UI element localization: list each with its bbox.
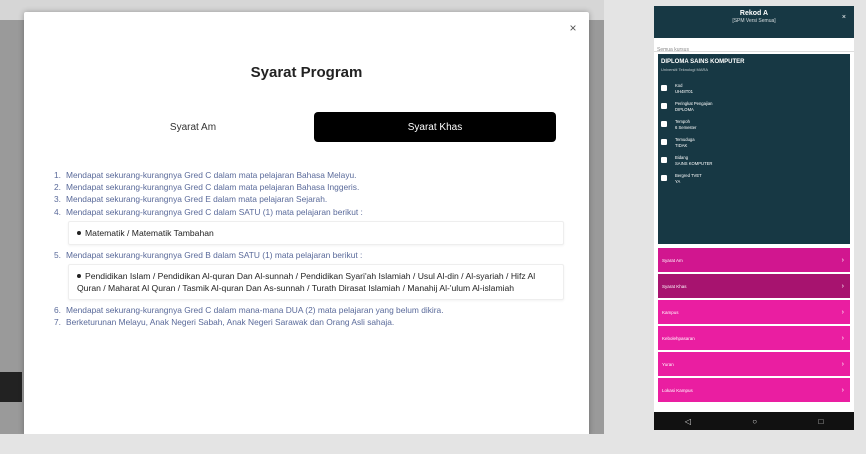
menu-yuran[interactable]: Yuran › bbox=[658, 352, 850, 376]
tab-bar: Syarat Am Syarat Khas bbox=[72, 112, 556, 142]
requirements-list: 1. Mendapat sekurang-kurangnya Gred C da… bbox=[54, 170, 564, 329]
menu-syarat-khas[interactable]: Syarat Khas › bbox=[658, 274, 850, 298]
book-icon bbox=[661, 157, 667, 163]
bullet-icon bbox=[77, 274, 81, 279]
list-item: Temuduga TIDAK bbox=[658, 135, 850, 150]
list-item: 7. Berketurunan Melayu, Anak Negeri Saba… bbox=[54, 316, 395, 327]
background-bar bbox=[0, 372, 22, 402]
close-icon[interactable]: × bbox=[566, 21, 580, 35]
phone-menu: Syarat Am › Syarat Khas › Kampus › Kebolehp… bbox=[658, 248, 850, 404]
chevron-right-icon: › bbox=[841, 360, 844, 368]
chevron-right-icon: › bbox=[841, 386, 844, 394]
course-title: DIPLOMA SAINS KOMPUTER bbox=[661, 59, 745, 65]
list-item: Tempoh 6 Semester bbox=[658, 117, 850, 132]
chevron-right-icon: › bbox=[841, 334, 844, 342]
home-icon[interactable]: ○ bbox=[752, 417, 757, 426]
list-item: Bergred TVET YA bbox=[658, 171, 850, 186]
subject-box: Pendidikan Islam / Pendidikan Al-quran D… bbox=[68, 263, 564, 300]
phone-search-bar[interactable]: Semua kursus bbox=[654, 38, 854, 53]
menu-lokasi-kampus[interactable]: Lokasi Kampus › bbox=[658, 378, 850, 402]
calendar-icon bbox=[661, 121, 667, 127]
modal-title: Syarat Program bbox=[250, 64, 363, 81]
grad-icon bbox=[661, 103, 667, 109]
back-icon[interactable]: ◁ bbox=[685, 417, 691, 426]
android-nav-bar: ◁ ○ □ bbox=[654, 412, 854, 430]
tab-syarat-am[interactable]: Syarat Am bbox=[72, 112, 314, 142]
search-placeholder: Semua kursus bbox=[657, 47, 689, 53]
browser-window: × Syarat Program Syarat Am Syarat Khas 1… bbox=[0, 0, 604, 434]
user-icon bbox=[661, 139, 667, 145]
course-institution: Universiti Teknologi MARA bbox=[661, 67, 709, 72]
chevron-right-icon: › bbox=[841, 282, 844, 290]
phone-header: Rekod A [SPM Versi Semua] × bbox=[654, 6, 854, 38]
subject-box: Matematik / Matematik Tambahan bbox=[68, 220, 564, 245]
list-item: 3. Mendapat sekurang-kurangnya Gred E da… bbox=[54, 194, 328, 205]
list-item: Kod UH48T01 bbox=[658, 81, 850, 96]
list-item: Peringkat Pengajian DIPLOMA bbox=[658, 99, 850, 114]
bullet-icon bbox=[77, 231, 81, 236]
recents-icon[interactable]: □ bbox=[818, 417, 823, 426]
list-item: 6. Mendapat sekurang-kurangnya Gred C da… bbox=[54, 304, 444, 315]
doc-icon bbox=[661, 175, 667, 181]
menu-syarat-am[interactable]: Syarat Am › bbox=[658, 248, 850, 272]
list-item: 5. Mendapat sekurang-kurangnya Gred B da… bbox=[54, 249, 363, 260]
requirements-modal: × Syarat Program Syarat Am Syarat Khas 1… bbox=[24, 12, 589, 434]
chevron-right-icon: › bbox=[841, 256, 844, 264]
list-item: Bidang SAINS KOMPUTER bbox=[658, 153, 850, 168]
list-item: 2. Mendapat sekurang-kurangnya Gred C da… bbox=[54, 182, 360, 193]
menu-kampus[interactable]: Kampus › bbox=[658, 300, 850, 324]
list-item: 4. Mendapat sekurang-kurangnya Gred C da… bbox=[54, 206, 363, 217]
course-card: DIPLOMA SAINS KOMPUTER Universiti Teknol… bbox=[658, 54, 850, 244]
menu-kebolehpasaran[interactable]: Kebolehpasaran › bbox=[658, 326, 850, 350]
clock-icon bbox=[661, 85, 667, 91]
phone-screen: Rekod A [SPM Versi Semua] × Semua kursus… bbox=[654, 6, 854, 430]
phone-header-title: Rekod A bbox=[739, 10, 769, 17]
chevron-right-icon: › bbox=[841, 308, 844, 316]
list-item: 1. Mendapat sekurang-kurangnya Gred C da… bbox=[54, 170, 357, 180]
phone-header-sub: [SPM Versi Semua] bbox=[732, 18, 776, 24]
tab-syarat-khas[interactable]: Syarat Khas bbox=[314, 112, 556, 142]
close-icon[interactable]: × bbox=[842, 14, 846, 21]
